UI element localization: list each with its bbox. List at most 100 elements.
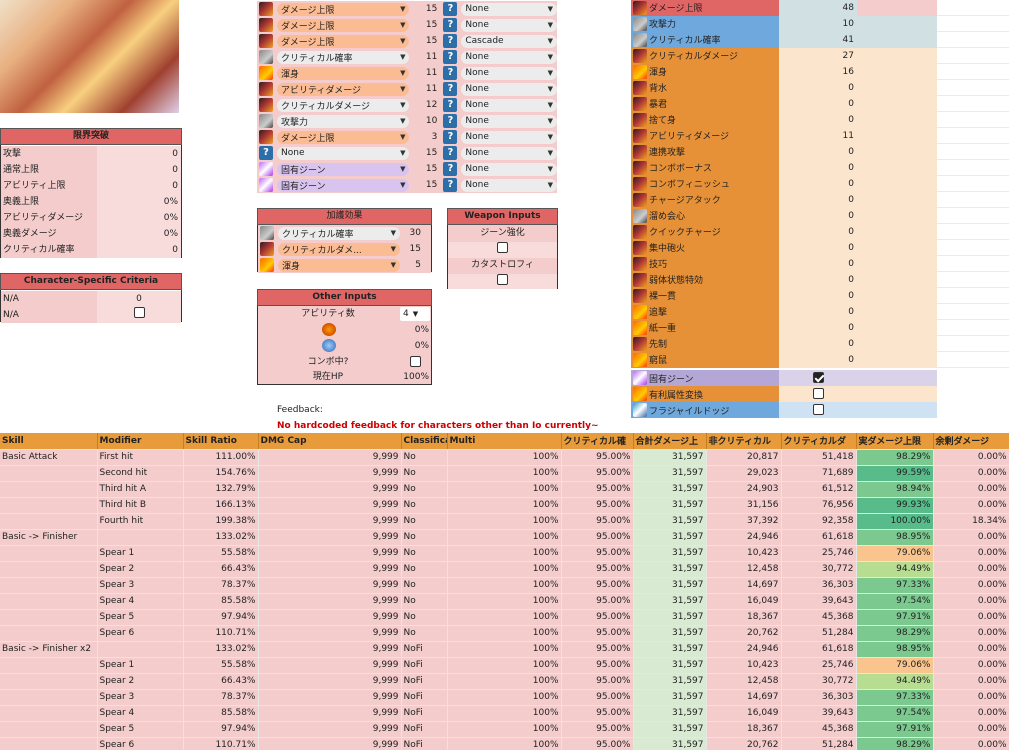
support-value[interactable]: 15: [400, 244, 431, 254]
stat-row: 集中砲火 0: [631, 239, 1009, 256]
support-value[interactable]: 30: [400, 228, 431, 238]
table-cell: 98.95%: [856, 641, 934, 658]
skill-select[interactable]: ダメージ上限 ▼: [277, 34, 410, 48]
table-cell: No: [401, 465, 448, 482]
column-header[interactable]: Modifier: [97, 433, 184, 450]
skill-select[interactable]: クリティカル確率 ▼: [277, 50, 410, 64]
limit-break-value[interactable]: 0%: [97, 226, 181, 242]
skill-level[interactable]: 11: [411, 68, 441, 78]
skill-option-select[interactable]: None ▼: [461, 66, 557, 80]
skill-level[interactable]: 3: [411, 132, 441, 142]
stat-value: 0: [779, 223, 857, 240]
skill-level[interactable]: 15: [411, 180, 441, 190]
criteria-checkbox[interactable]: [133, 307, 145, 318]
stat-check-name: 有利属性変換: [649, 390, 704, 401]
skill-option-select[interactable]: None ▼: [461, 50, 557, 64]
skill-option-select[interactable]: Cascade ▼: [461, 34, 557, 48]
orb-pct-2: 0%: [414, 341, 429, 351]
skill-select[interactable]: 渾身 ▼: [277, 66, 410, 80]
support-select[interactable]: 渾身 ▼: [278, 258, 400, 272]
skill-option: None: [465, 52, 489, 62]
skill-select[interactable]: ダメージ上限 ▼: [277, 2, 410, 16]
skill-select[interactable]: 固有ジーン ▼: [277, 178, 410, 192]
column-header[interactable]: クリティカルダ: [781, 433, 857, 450]
support-select[interactable]: クリティカルダメ... ▼: [278, 242, 400, 256]
stat-value: 0: [779, 111, 857, 128]
table-cell: Spear 1: [97, 657, 184, 674]
column-header[interactable]: Classifica: [401, 433, 448, 450]
chevron-down-icon: ▼: [547, 149, 553, 157]
criteria-value[interactable]: 0: [97, 291, 181, 307]
column-header[interactable]: DMG Cap: [258, 433, 402, 450]
skill-option-select[interactable]: None ▼: [461, 146, 557, 160]
limit-break-value[interactable]: 0%: [97, 210, 181, 226]
skill-option-select[interactable]: None ▼: [461, 18, 557, 32]
skill-option-select[interactable]: None ▼: [461, 162, 557, 176]
column-header[interactable]: Skill Ratio: [183, 433, 259, 450]
skill-select[interactable]: クリティカルダメージ ▼: [277, 98, 410, 112]
column-header[interactable]: クリティカル確: [561, 433, 634, 450]
skill-select[interactable]: 攻撃力 ▼: [277, 114, 410, 128]
skill-select[interactable]: ダメージ上限 ▼: [277, 130, 410, 144]
stat-name: 集中砲火: [649, 244, 686, 254]
stat-checkbox[interactable]: [812, 388, 824, 399]
support-value[interactable]: 5: [400, 260, 431, 270]
table-row: Spear 6 110.71% 9,999 NoFi 100% 95.00% 31,597 2…: [0, 737, 1009, 750]
skill-option-select[interactable]: None ▼: [461, 82, 557, 96]
chevron-down-icon: ▼: [390, 229, 396, 237]
skill-level[interactable]: 10: [411, 116, 441, 126]
limit-break-value[interactable]: 0: [97, 162, 181, 178]
skill-select[interactable]: ダメージ上限 ▼: [277, 18, 410, 32]
column-header[interactable]: 余剰ダメージ: [933, 433, 1009, 450]
stat-checkbox[interactable]: [812, 372, 824, 383]
support-select[interactable]: クリティカル確率 ▼: [278, 226, 400, 240]
skill-level[interactable]: 11: [411, 52, 441, 62]
skill-select[interactable]: アビリティダメージ ▼: [277, 82, 410, 96]
limit-break-value[interactable]: 0%: [97, 194, 181, 210]
column-header[interactable]: Skill: [0, 433, 98, 450]
ability-count-select[interactable]: 4 ▼: [400, 307, 430, 321]
column-header[interactable]: Multi: [447, 433, 562, 450]
limit-break-value[interactable]: 0: [97, 146, 181, 162]
skill-option-select[interactable]: None ▼: [461, 130, 557, 144]
combo-checkbox[interactable]: [410, 356, 421, 367]
skill-select[interactable]: 固有ジーン ▼: [277, 162, 410, 176]
column-header[interactable]: 実ダメージ上限: [856, 433, 934, 450]
skill-level[interactable]: 15: [411, 36, 441, 46]
limit-break-value[interactable]: 0: [97, 178, 181, 194]
skill-level[interactable]: 12: [411, 100, 441, 110]
chevron-down-icon: ▼: [547, 165, 553, 173]
limit-break-value[interactable]: 0: [97, 242, 181, 258]
gray-skill-icon: [633, 208, 647, 223]
table-cell: No: [401, 529, 448, 546]
table-cell: 97.54%: [856, 705, 934, 722]
skill-option-select[interactable]: None ▼: [461, 2, 557, 16]
skill-select[interactable]: None ▼: [277, 146, 410, 160]
gene-enhance-checkbox[interactable]: [497, 242, 508, 253]
sword-skill-icon: [633, 288, 647, 303]
skill-level[interactable]: 15: [411, 20, 441, 30]
skill-level[interactable]: 15: [411, 164, 441, 174]
skill-option-select[interactable]: None ▼: [461, 114, 557, 128]
table-cell: 20,762: [706, 737, 782, 750]
table-cell: 95.00%: [561, 593, 634, 610]
skill-option-select[interactable]: None ▼: [461, 178, 557, 192]
table-cell: Spear 4: [97, 705, 184, 722]
skill-level[interactable]: 15: [411, 4, 441, 14]
skill-option-select[interactable]: None ▼: [461, 98, 557, 112]
table-cell: 9,999: [258, 497, 402, 514]
skill-level[interactable]: 11: [411, 84, 441, 94]
stat-row: コンボボーナス 0: [631, 159, 1009, 176]
table-cell: 14,697: [706, 577, 782, 594]
stat-checkbox[interactable]: [812, 404, 824, 415]
column-header[interactable]: 非クリティカル: [706, 433, 782, 450]
column-header[interactable]: 合計ダメージ上: [633, 433, 707, 450]
catastrophe-checkbox[interactable]: [497, 274, 508, 285]
table-cell: No: [401, 513, 448, 530]
skill-level[interactable]: 15: [411, 148, 441, 158]
table-cell: 45,368: [781, 609, 857, 626]
table-cell: [97, 641, 184, 658]
fire-skill-icon: [633, 352, 647, 367]
table-cell: 95.00%: [561, 689, 634, 706]
table-cell: 95.00%: [561, 513, 634, 530]
